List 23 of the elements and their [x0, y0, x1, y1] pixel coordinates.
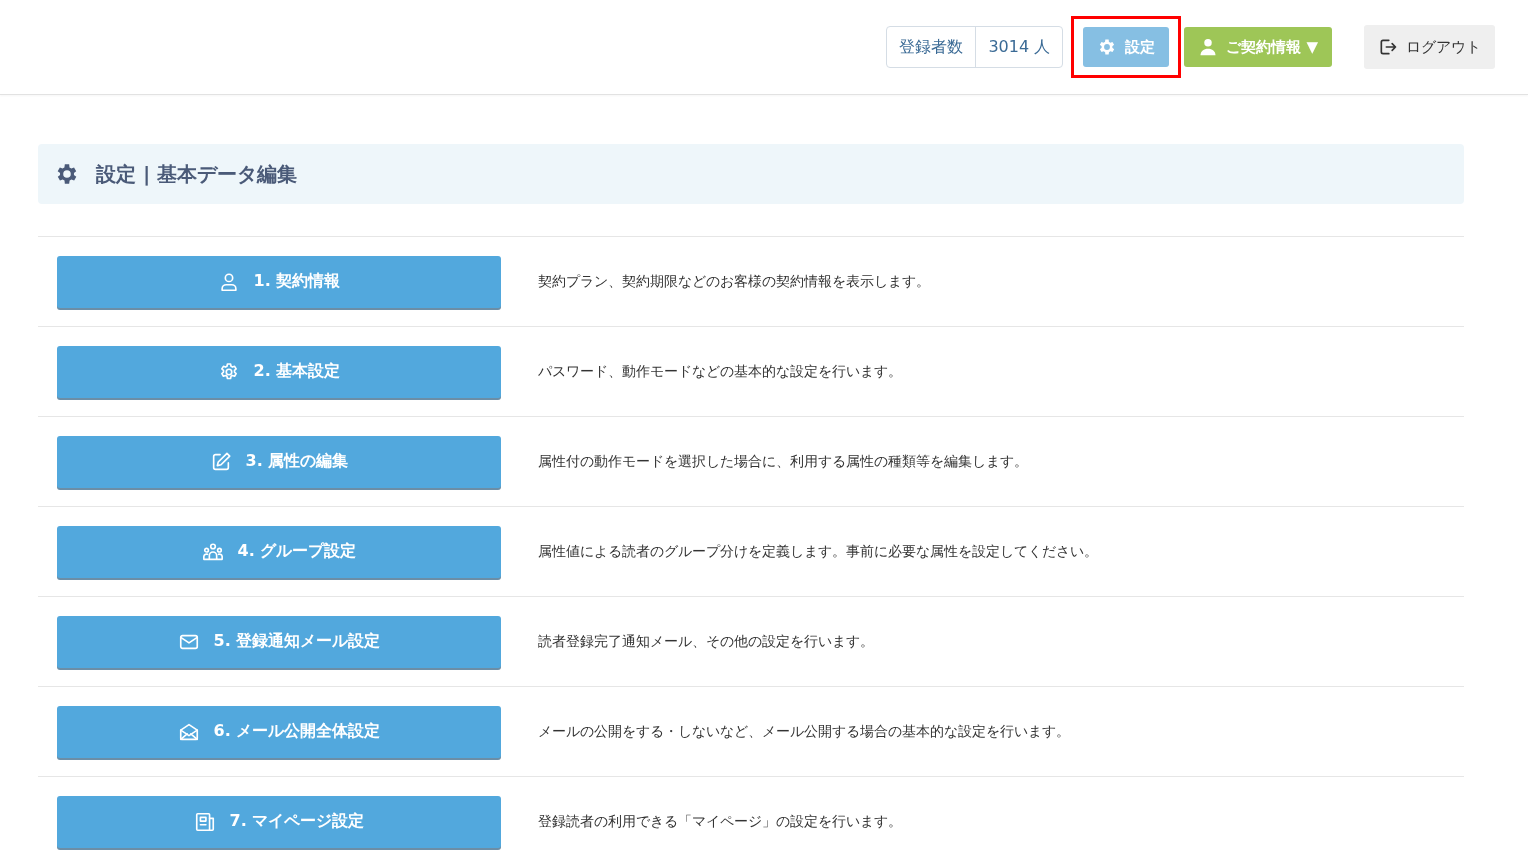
menu-button[interactable]: 1. 契約情報	[57, 255, 501, 308]
settings-button[interactable]: 設定	[1083, 27, 1170, 67]
logout-icon	[1378, 37, 1398, 57]
menu-description: 登録読者の利用できる「マイページ」の設定を行います。	[538, 812, 902, 831]
menu-description: 属性値による読者のグループ分けを定義します。事前に必要な属性を設定してください。	[538, 542, 1098, 561]
menu-description: 読者登録完了通知メール、その他の設定を行います。	[538, 632, 874, 651]
menu-button[interactable]: 6. メール公開全体設定	[57, 705, 501, 758]
page-icon	[193, 810, 216, 833]
menu-button[interactable]: 4. グループ設定	[57, 525, 501, 578]
menu-description: 契約プラン、契約期限などのお客様の契約情報を表示します。	[538, 272, 930, 291]
subscriber-count-label: 登録者数	[887, 27, 977, 67]
subscriber-count-value: 3014 人	[987, 35, 1052, 58]
menu-button[interactable]: 3. 属性の編集	[57, 435, 501, 488]
menu-button[interactable]: 2. 基本設定	[57, 345, 501, 398]
menu-description: パスワード、動作モードなどの基本的な設定を行います。	[538, 362, 902, 381]
contract-info-button[interactable]: ご契約情報 ▼	[1184, 27, 1332, 67]
menu-button[interactable]: 7. マイページ設定	[57, 795, 501, 848]
menu-description: メールの公開をする・しないなど、メール公開する場合の基本的な設定を行います。	[538, 722, 1070, 741]
menu-button[interactable]: 5. 登録通知メール設定	[57, 615, 501, 668]
logout-button[interactable]: ログアウト	[1364, 25, 1495, 69]
group-icon	[201, 540, 224, 563]
page-title: 設定 | 基本データ編集	[96, 160, 298, 188]
menu-description: 属性付の動作モードを選択した場合に、利用する属性の種類等を編集します。	[538, 452, 1028, 471]
